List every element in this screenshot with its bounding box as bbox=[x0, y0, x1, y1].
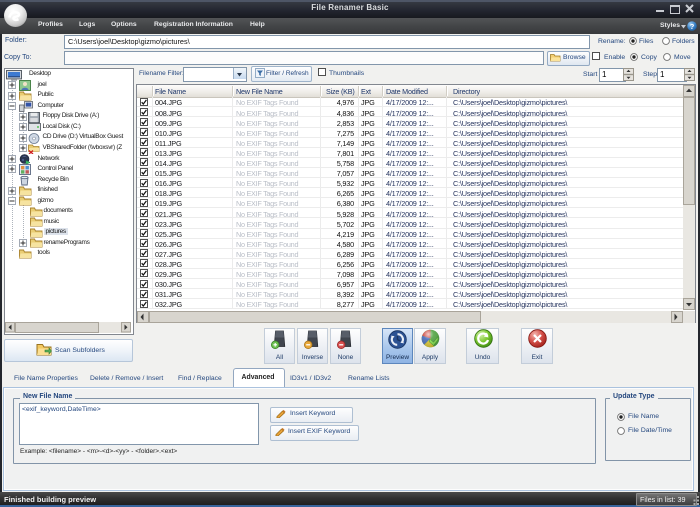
svg-text:?: ? bbox=[690, 22, 695, 31]
